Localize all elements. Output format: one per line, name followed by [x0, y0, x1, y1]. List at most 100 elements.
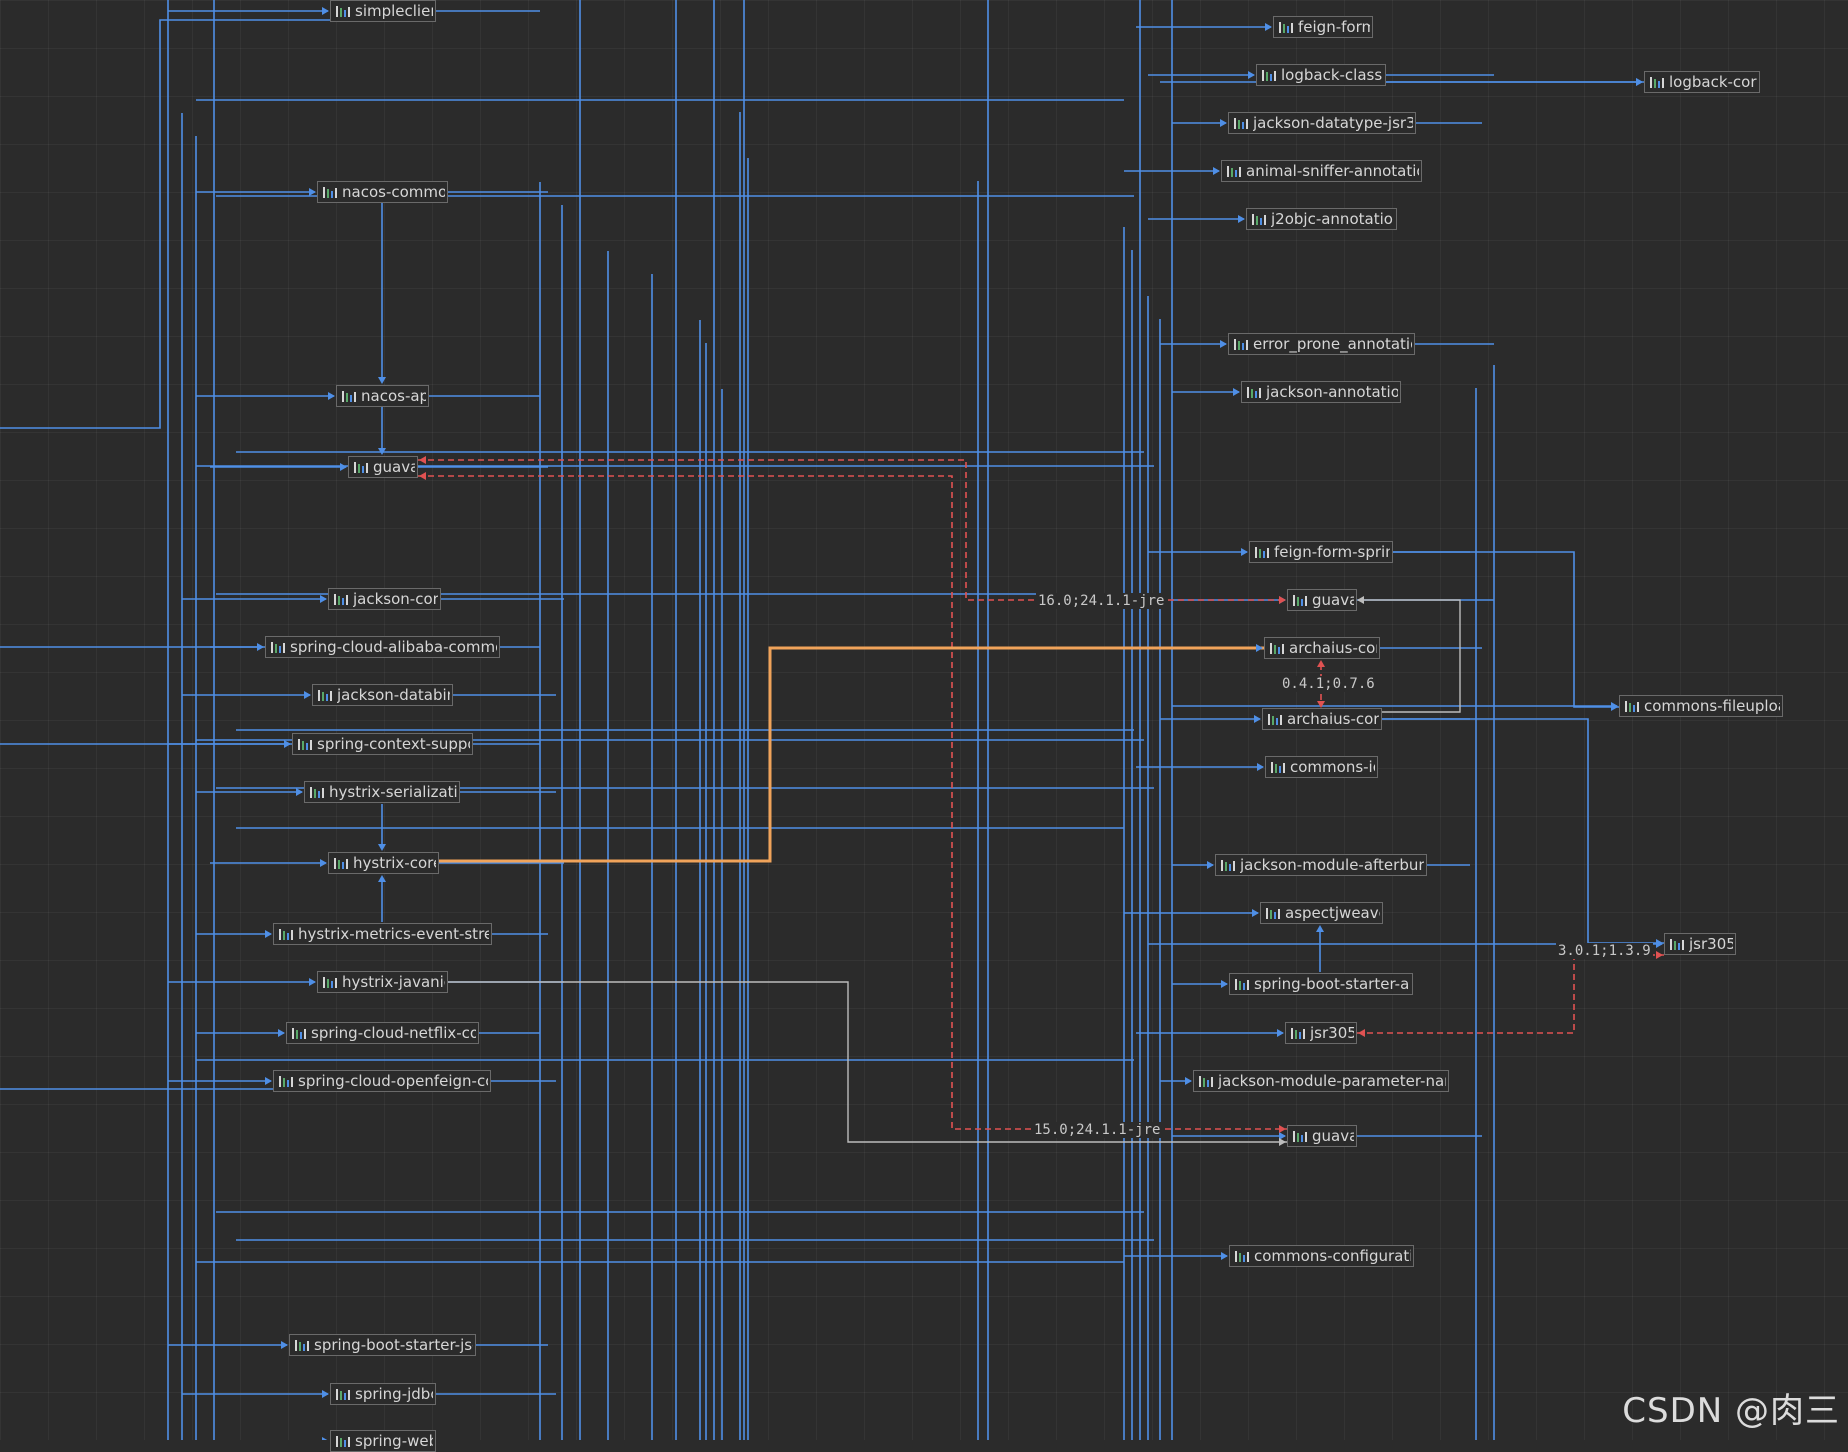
node-j2objc-annotations[interactable]: j2objc-annotations — [1246, 208, 1397, 230]
arrow-head — [1357, 596, 1364, 604]
module-bars-icon — [354, 461, 368, 473]
conflict-edge — [418, 475, 1287, 1130]
module-bars-icon — [1199, 1075, 1213, 1087]
arrow-head — [1636, 78, 1643, 86]
arrow-head — [1279, 1138, 1286, 1146]
node-label: logback-classic — [1281, 66, 1383, 84]
dependency-edge — [1382, 718, 1664, 944]
node-label: aspectjweaver — [1285, 904, 1380, 922]
node-label: hystrix-core — [353, 854, 436, 872]
module-bars-icon — [318, 689, 332, 701]
arrow-head — [1241, 548, 1248, 556]
arrow-head — [1221, 1252, 1228, 1260]
node-commons-io[interactable]: commons-io — [1265, 756, 1378, 778]
node-jackson-module-afterburner[interactable]: jackson-module-afterburne — [1215, 854, 1427, 876]
node-label: guava — [1312, 1127, 1354, 1145]
node-jsr305-1[interactable]: jsr305 — [1664, 933, 1736, 955]
csdn-watermark: CSDN @肉三 — [1622, 1391, 1840, 1431]
node-hystrix-metrics-event-stream[interactable]: hystrix-metrics-event-strear — [273, 923, 492, 945]
neutral-edge — [448, 981, 1287, 1143]
arrow-head — [1254, 715, 1261, 723]
arrow-head — [1277, 1029, 1284, 1037]
node-spring-cloud-openfeign-core[interactable]: spring-cloud-openfeign-cor — [273, 1070, 491, 1092]
conflict-edge — [418, 459, 1287, 601]
node-spring-context-support[interactable]: spring-context-suppor — [292, 733, 473, 755]
arrow-head — [1185, 1077, 1192, 1085]
node-guava-3[interactable]: guava — [1287, 1125, 1357, 1147]
module-bars-icon — [336, 5, 350, 17]
module-bars-icon — [1252, 213, 1266, 225]
node-animal-sniffer-annotation[interactable]: animal-sniffer-annotation — [1221, 160, 1422, 182]
node-spring-web[interactable]: spring-web — [330, 1430, 436, 1452]
node-feign-form-spring[interactable]: feign-form-spring — [1249, 541, 1393, 563]
node-jackson-datatype-jsr310[interactable]: jackson-datatype-jsr310 — [1228, 112, 1416, 134]
node-label: jackson-module-afterburne — [1240, 856, 1424, 874]
module-bars-icon — [271, 641, 285, 653]
module-bars-icon — [1235, 978, 1249, 990]
node-nacos-api[interactable]: nacos-api — [336, 385, 429, 407]
module-bars-icon — [336, 1435, 350, 1447]
module-bars-icon — [295, 1339, 309, 1351]
node-label: guava — [1312, 591, 1354, 609]
node-nacos-common[interactable]: nacos-common — [317, 181, 448, 203]
arrow-head — [1252, 909, 1259, 917]
arrow-head — [1233, 388, 1240, 396]
node-label: jackson-databind — [337, 686, 450, 704]
arrow-head — [1279, 596, 1286, 604]
arrow-head — [265, 1077, 272, 1085]
node-label: guava — [373, 458, 415, 476]
module-bars-icon — [1293, 1130, 1307, 1142]
node-spring-cloud-netflix-core[interactable]: spring-cloud-netflix-cor — [286, 1022, 479, 1044]
node-jackson-annotations[interactable]: jackson-annotations — [1241, 381, 1401, 403]
node-archaius-core-1[interactable]: archaius-core — [1264, 637, 1380, 659]
node-label: jsr305 — [1689, 935, 1733, 953]
node-label: nacos-common — [342, 183, 445, 201]
node-commons-configuration[interactable]: commons-configuratio — [1229, 1245, 1414, 1267]
node-label: logback-core — [1669, 73, 1757, 91]
node-label: spring-web — [355, 1432, 433, 1450]
arrow-head — [1248, 71, 1255, 79]
node-label: archaius-core — [1289, 639, 1377, 657]
arrow-head — [1656, 951, 1663, 959]
node-jackson-core[interactable]: jackson-core — [328, 588, 441, 610]
module-bars-icon — [1270, 642, 1284, 654]
node-spring-boot-starter-aop[interactable]: spring-boot-starter-aoj — [1229, 973, 1413, 995]
module-bars-icon — [1234, 117, 1248, 129]
module-bars-icon — [342, 390, 356, 402]
node-label: jackson-datatype-jsr310 — [1253, 114, 1413, 132]
node-label: nacos-api — [361, 387, 426, 405]
arrow-head — [322, 7, 329, 15]
node-feign-form[interactable]: feign-form — [1273, 16, 1373, 38]
node-logback-classic[interactable]: logback-classic — [1256, 64, 1386, 86]
node-logback-core[interactable]: logback-core — [1644, 71, 1760, 93]
dependency-diagram-canvas[interactable]: simpleclient feign-form logback-classic log… — [0, 0, 1848, 1452]
module-bars-icon — [1279, 21, 1293, 33]
node-hystrix-core[interactable]: hystrix-core — [328, 852, 439, 874]
node-commons-fileupload[interactable]: commons-fileupload — [1619, 695, 1783, 717]
arrow-head — [296, 788, 303, 796]
dependency-edge — [1393, 551, 1619, 708]
node-label: commons-configuratio — [1254, 1247, 1411, 1265]
dependency-edge — [0, 19, 330, 429]
node-hystrix-javanica[interactable]: hystrix-javanica — [317, 971, 448, 993]
node-label: spring-boot-starter-jso — [314, 1336, 473, 1354]
node-archaius-core-2[interactable]: archaius-core — [1262, 708, 1382, 730]
module-bars-icon — [1271, 761, 1285, 773]
node-guava-2[interactable]: guava — [1287, 589, 1357, 611]
node-error-prone-annotation[interactable]: error_prone_annotation — [1228, 333, 1415, 355]
module-bars-icon — [1255, 546, 1269, 558]
node-simpleclient[interactable]: simpleclient — [330, 0, 436, 22]
node-jsr305-2[interactable]: jsr305 — [1285, 1022, 1357, 1044]
node-spring-jdbc[interactable]: spring-jdbc — [330, 1383, 436, 1405]
node-aspectjweaver[interactable]: aspectjweaver — [1260, 902, 1383, 924]
node-jackson-module-parameter-names[interactable]: jackson-module-parameter-name — [1193, 1070, 1449, 1092]
module-bars-icon — [1221, 859, 1235, 871]
node-guava-1[interactable]: guava — [348, 456, 418, 478]
node-hystrix-serialization[interactable]: hystrix-serialization — [304, 781, 460, 803]
node-spring-boot-starter-json[interactable]: spring-boot-starter-jso — [289, 1334, 476, 1356]
node-spring-cloud-alibaba-common[interactable]: spring-cloud-alibaba-common — [265, 636, 500, 658]
arrow-head — [278, 1029, 285, 1037]
arrow-head — [1220, 340, 1227, 348]
arrow-head — [419, 456, 426, 464]
node-jackson-databind[interactable]: jackson-databind — [312, 684, 453, 706]
